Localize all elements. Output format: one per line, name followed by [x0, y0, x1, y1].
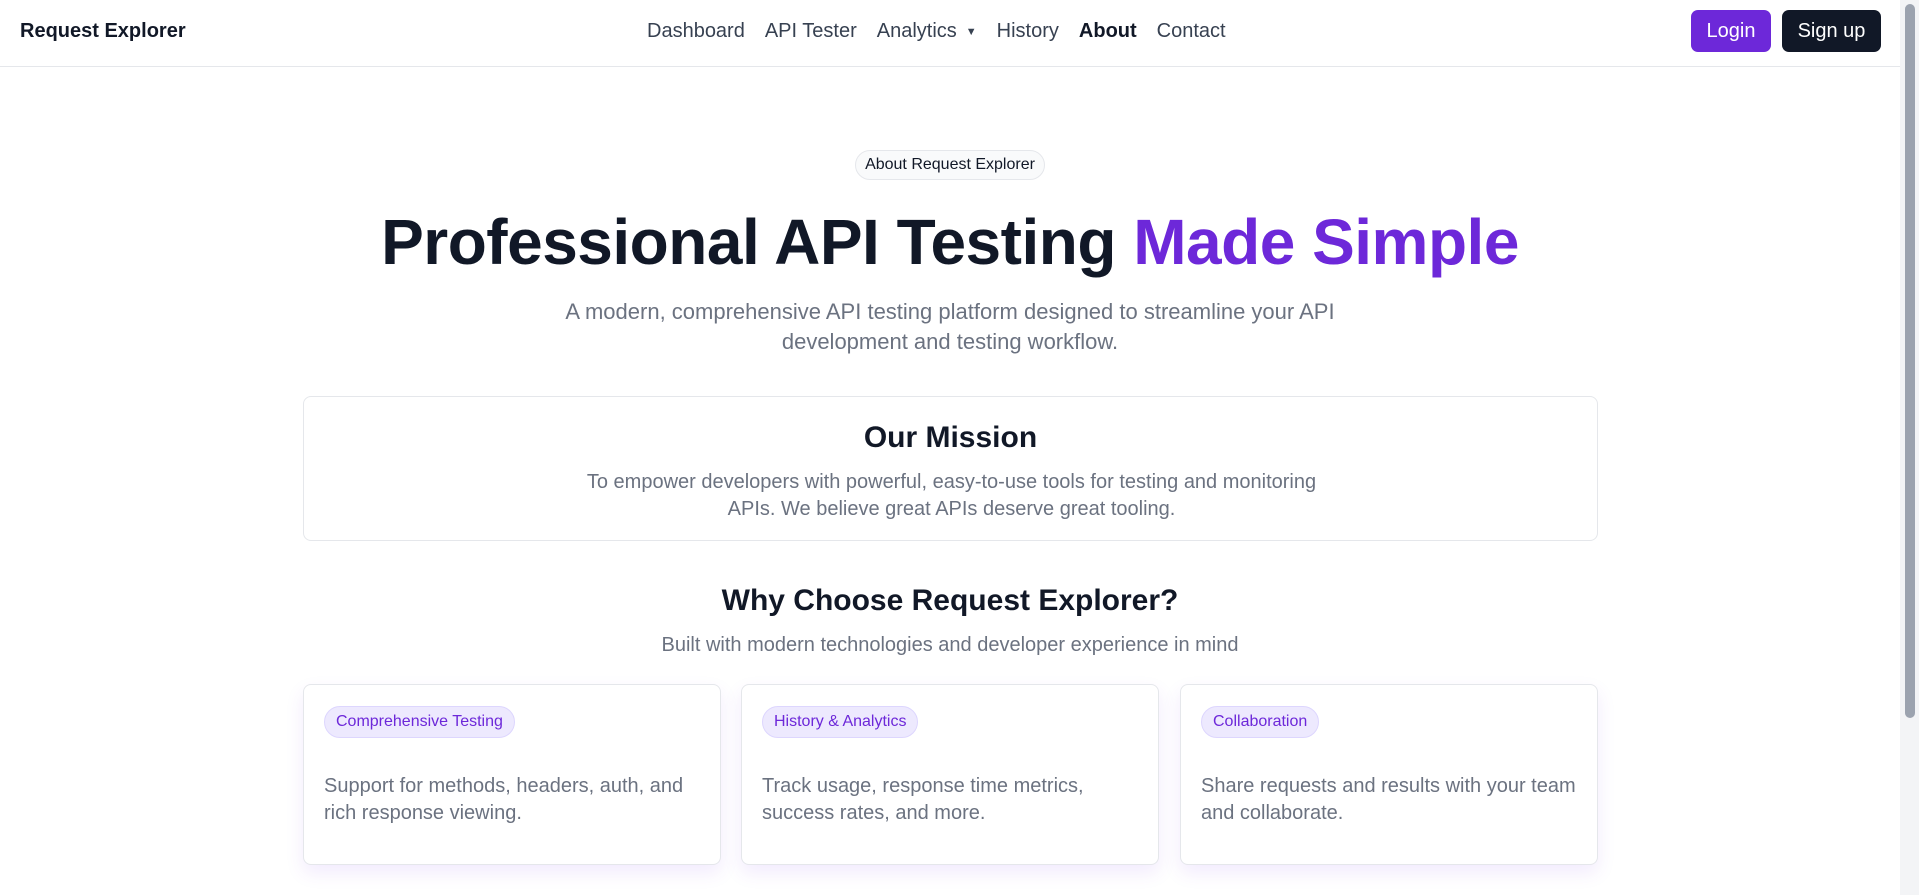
mission-card: Our Mission To empower developers with p… [303, 396, 1598, 541]
about-pill-badge: About Request Explorer [855, 150, 1045, 180]
feature-tag: Collaboration [1201, 706, 1320, 738]
login-button[interactable]: Login [1691, 10, 1771, 52]
feature-card-testing: Comprehensive Testing Support for method… [303, 684, 721, 865]
feature-text: Track usage, response time metrics, succ… [762, 775, 1084, 824]
brand-logo-text[interactable]: Request Explorer [20, 20, 186, 43]
mission-text: To empower developers with powerful, eas… [586, 471, 1317, 520]
chevron-down-icon: ▼ [965, 25, 977, 38]
nav-link-history[interactable]: History [997, 20, 1059, 43]
feature-text: Support for methods, headers, auth, and … [324, 775, 684, 824]
page-title-accent: Made Simple [1133, 206, 1519, 278]
nav-link-api-tester[interactable]: API Tester [765, 20, 857, 43]
feature-tag: Comprehensive Testing [324, 706, 515, 738]
why-section-subtitle: Built with modern technologies and devel… [661, 634, 1239, 656]
scrollbar-thumb[interactable] [1905, 4, 1915, 718]
feature-tag: History & Analytics [762, 706, 919, 738]
signup-button[interactable]: Sign up [1782, 10, 1881, 52]
nav-link-about[interactable]: About [1079, 20, 1137, 43]
why-section-title: Why Choose Request Explorer? [721, 584, 1179, 617]
page-subtitle: A modern, comprehensive API testing plat… [565, 299, 1335, 354]
nav-link-contact[interactable]: Contact [1157, 20, 1226, 43]
nav-link-analytics[interactable]: Analytics ▼ [877, 20, 977, 43]
page-title-main: Professional API Testing [381, 206, 1134, 278]
feature-card-collaboration: Collaboration Share requests and results… [1180, 684, 1598, 865]
main-nav: Dashboard API Tester Analytics ▼ History… [647, 20, 1226, 43]
page-scrollbar[interactable] [1900, 0, 1919, 895]
nav-link-analytics-label: Analytics [876, 20, 957, 42]
feature-text: Share requests and results with your tea… [1201, 775, 1576, 824]
top-navbar: Request Explorer Dashboard API Tester An… [0, 0, 1900, 67]
mission-title: Our Mission [863, 421, 1038, 454]
nav-link-dashboard[interactable]: Dashboard [647, 20, 745, 43]
page-title: Professional API Testing Made Simple [0, 205, 1900, 279]
feature-card-history-analytics: History & Analytics Track usage, respons… [741, 684, 1159, 865]
